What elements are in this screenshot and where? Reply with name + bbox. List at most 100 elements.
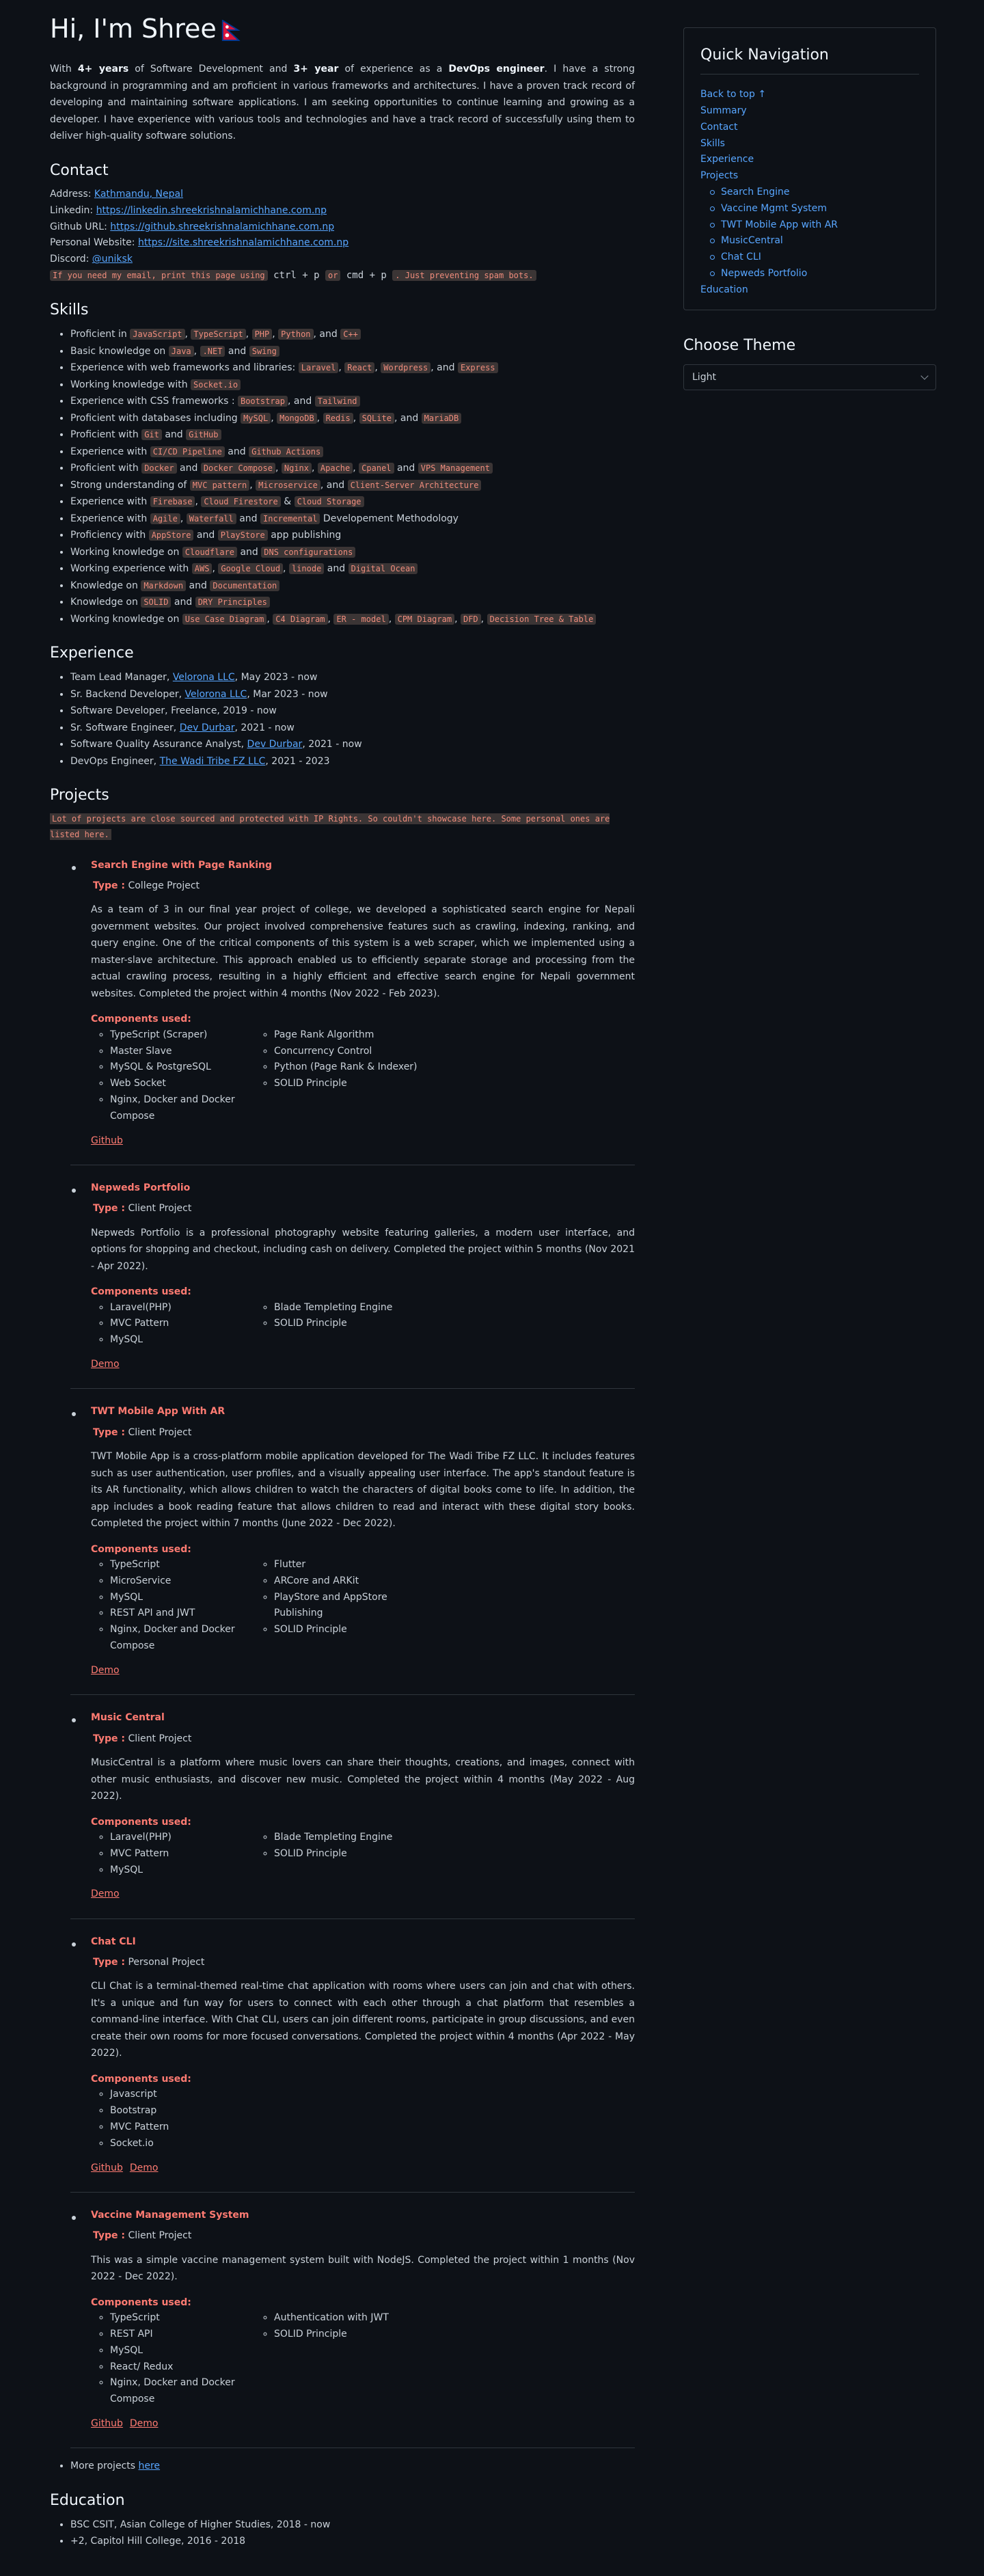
component-item: ARCore and ARKit (274, 1573, 438, 1590)
nav-link[interactable]: Projects (700, 168, 919, 185)
component-item: MVC Pattern (110, 1316, 274, 1332)
page-title: Hi, I'm Shree (50, 12, 635, 46)
company-link[interactable]: Velorona LLC (173, 672, 235, 683)
project-links: Demo (91, 1663, 635, 1678)
skill-tag: AWS (191, 563, 213, 575)
project-description: TWT Mobile App is a cross-platform mobil… (91, 1451, 635, 1530)
experience-list: Team Lead Manager, Velorona LLC, May 202… (70, 669, 635, 770)
component-item: Laravel(PHP) (110, 1300, 274, 1316)
education-heading: Education (50, 2491, 125, 2509)
skill-text: and (186, 580, 210, 591)
project-github-link[interactable]: Github (91, 2418, 123, 2429)
skill-text: and (394, 463, 418, 474)
skill-tag: Github Actions (249, 446, 324, 457)
project-demo-link[interactable]: Demo (91, 1359, 120, 1370)
component-item: Blade Templeting Engine (274, 1300, 438, 1316)
skill-item: Basic knowledge on Java, .NET and Swing (70, 343, 635, 360)
more-projects-link[interactable]: here (139, 2460, 161, 2471)
component-item: Master Slave (110, 1044, 274, 1060)
component-item: MySQL (110, 1862, 274, 1879)
skill-tag: Bootstrap (237, 396, 288, 407)
components-list: TypeScriptMicroServiceMySQLREST API and … (110, 1557, 635, 1655)
components-list: Laravel(PHP)MVC PatternMySQLBlade Temple… (110, 1300, 635, 1348)
skill-text: , (245, 329, 252, 340)
discord-link[interactable]: @uniksk (92, 254, 133, 265)
nav-link[interactable]: Contact (700, 120, 919, 136)
linkedin-link[interactable]: https://linkedin.shreekrishnalamichhane.… (96, 205, 327, 216)
skill-tag: Git (141, 429, 162, 441)
skill-text: Experience with (70, 446, 150, 457)
skill-item: Proficient in JavaScript, TypeScript, PH… (70, 326, 635, 343)
website-link[interactable]: https://site.shreekrishnalamichhane.com.… (138, 237, 348, 248)
project-demo-link[interactable]: Demo (91, 1888, 120, 1899)
components-list: JavascriptBootstrapMVC PatternSocket.io (110, 2087, 635, 2152)
company-link[interactable]: Dev Durbar (247, 739, 303, 750)
skill-item: Strong understanding of MVC pattern, Mic… (70, 477, 635, 494)
company-link[interactable]: Dev Durbar (180, 722, 235, 733)
components-label: Components used: (91, 1286, 191, 1298)
skill-text: , (480, 613, 487, 625)
component-item: MVC Pattern (110, 1846, 274, 1862)
project-github-link[interactable]: Github (91, 2163, 123, 2173)
nav-link[interactable]: Skills (700, 136, 919, 152)
theme-select[interactable]: Light (683, 364, 936, 390)
skill-text: and (193, 530, 218, 541)
nav-link[interactable]: Search Engine (700, 185, 919, 201)
nav-link[interactable]: Vaccine Mgmt System (700, 201, 919, 217)
skill-text: , (275, 463, 282, 474)
skill-text: & (280, 496, 295, 508)
experience-item: DevOps Engineer, The Wadi Tribe FZ LLC, … (70, 753, 635, 770)
project-demo-link[interactable]: Demo (91, 1665, 120, 1676)
skill-text: Experience with web frameworks and libra… (70, 362, 299, 374)
skill-item: Knowledge on Markdown and Documentation (70, 578, 635, 595)
sidebar: Quick Navigation Back to top ↑ Summary Con… (683, 27, 936, 390)
skill-text: , (271, 412, 277, 424)
skill-text: , (272, 329, 279, 340)
project-demo-link[interactable]: Demo (130, 2163, 159, 2173)
github-link[interactable]: https://github.shreekrishnalamichhane.co… (110, 221, 334, 232)
skill-tag: Swing (249, 345, 279, 357)
skill-tag: Java (168, 345, 194, 357)
component-item: Nginx, Docker and Docker Compose (110, 2375, 274, 2408)
skill-tag: C++ (340, 329, 361, 340)
component-item: MySQL (110, 1332, 274, 1348)
component-item: SOLID Principle (274, 1846, 438, 1862)
skill-text: , (249, 479, 256, 491)
project-github-link[interactable]: Github (91, 1135, 123, 1146)
project-title: Search Engine with Page Ranking (91, 859, 273, 871)
skill-text: , and (394, 412, 422, 424)
experience-item: Sr. Software Engineer, Dev Durbar, 2021 … (70, 720, 635, 737)
components-label: Components used: (91, 1014, 191, 1025)
nav-link[interactable]: Education (700, 282, 919, 299)
components-label: Components used: (91, 1816, 191, 1828)
skill-tag: C4 Diagram (273, 613, 328, 625)
skill-item: Proficient with Git and GitHub (70, 426, 635, 444)
project-demo-link[interactable]: Demo (130, 2418, 159, 2429)
nav-link[interactable]: TWT Mobile App with AR (700, 217, 919, 234)
skill-text: , (193, 345, 200, 357)
skill-text: , (312, 463, 318, 474)
education-item: +2, Capitol Hill College, 2016 - 2018 (70, 2533, 635, 2550)
skill-tag: GitHub (186, 429, 221, 441)
company-link[interactable]: The Wadi Tribe FZ LLC (160, 756, 266, 767)
skill-text: , (388, 613, 395, 625)
skill-tag: Wordpress (381, 362, 431, 374)
nav-link[interactable]: Summary (700, 103, 919, 120)
nav-link[interactable]: Experience (700, 152, 919, 168)
skill-tag: DRY Principles (195, 597, 270, 608)
address-link[interactable]: Kathmandu, Nepal (94, 189, 183, 200)
nav-link[interactable]: Nepweds Portfolio (700, 266, 919, 282)
project-type: Type : College Project (93, 880, 200, 891)
skill-text: and (225, 345, 249, 357)
components-list: Laravel(PHP)MVC PatternMySQLBlade Temple… (110, 1830, 635, 1878)
skill-tag: Google Cloud (218, 563, 284, 575)
project-description: As a team of 3 in our final year project… (91, 904, 635, 999)
project-links: Github Demo (91, 2416, 635, 2431)
nav-link[interactable]: Back to top ↑ (700, 87, 919, 103)
nav-link[interactable]: Chat CLI (700, 249, 919, 266)
company-link[interactable]: Velorona LLC (184, 689, 247, 700)
skill-tag: Waterfall (186, 513, 236, 524)
project-title: Nepweds Portfolio (91, 1182, 191, 1193)
nav-link[interactable]: MusicCentral (700, 233, 919, 249)
skill-text: , (212, 563, 219, 575)
